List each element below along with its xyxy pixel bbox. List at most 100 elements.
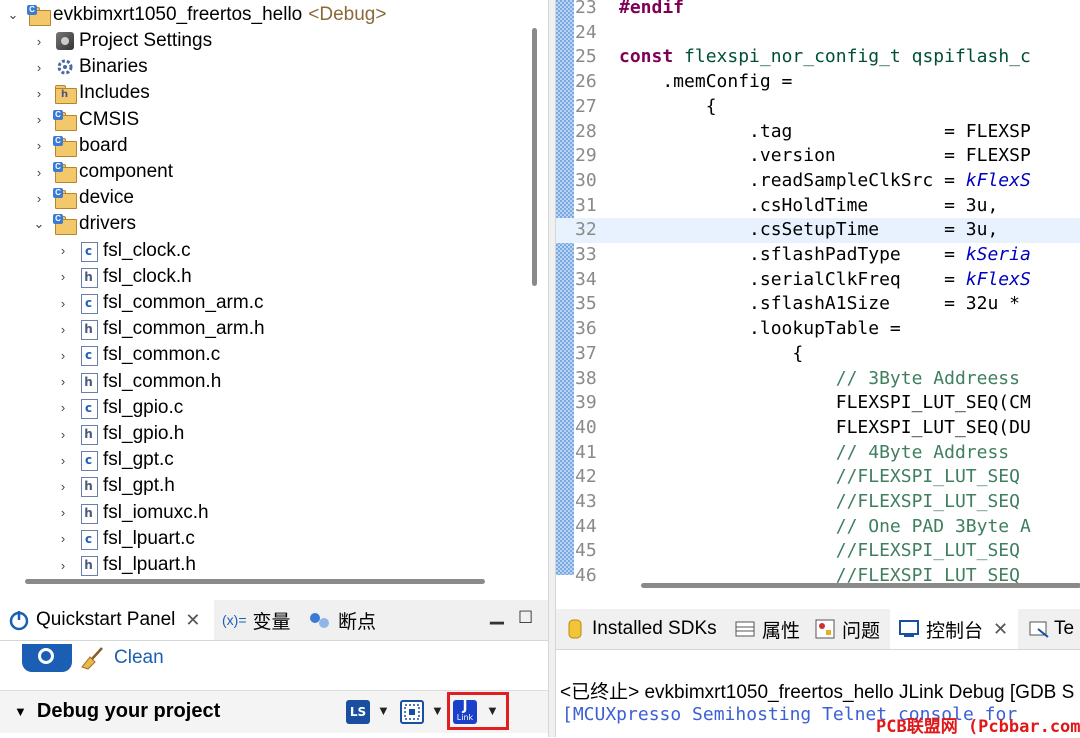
code-line[interactable]: 45 //FLEXSPI_LUT_SEQ — [556, 539, 1080, 564]
chevron-right-icon[interactable]: › — [54, 373, 72, 391]
code-line[interactable]: 28 .tag = FLEXSP — [556, 120, 1080, 145]
folder-icon: C — [53, 188, 77, 210]
chevron-down-icon[interactable]: ⌄ — [30, 215, 48, 233]
collapse-triangle-icon[interactable]: ▼ — [14, 704, 27, 719]
tab-breakpoints[interactable]: 断点 — [308, 600, 376, 640]
tree-item-project-settings[interactable]: › Project Settings — [30, 28, 212, 54]
code-line[interactable]: 37 { — [556, 342, 1080, 367]
code-editor[interactable]: 23 #endif 24 25 const flexspi_nor_config_t q… — [556, 0, 1080, 592]
code-line[interactable]: 32 .csSetupTime = 3u, — [556, 218, 1080, 243]
chevron-right-icon[interactable]: › — [30, 189, 48, 207]
code-line[interactable]: 29 .version = FLEXSP — [556, 144, 1080, 169]
tree-item-includes[interactable]: › h Includes — [30, 80, 150, 106]
chevron-right-icon[interactable]: › — [30, 58, 48, 76]
chevron-down-icon[interactable]: ▼ — [377, 703, 390, 718]
tree-file-item[interactable]: › h fsl_gpt.h — [54, 473, 175, 499]
tree-item-component[interactable]: › Ccomponent — [30, 159, 173, 185]
chevron-down-icon[interactable]: ▼ — [431, 703, 444, 718]
chevron-right-icon[interactable]: › — [54, 399, 72, 417]
line-number: 23 — [575, 0, 597, 18]
tree-file-item[interactable]: › c fsl_common.c — [54, 342, 220, 368]
tab-quickstart-panel[interactable]: Quickstart Panel ✕ — [0, 600, 214, 640]
code-text: .tag = FLEXSP — [619, 120, 1031, 142]
code-line[interactable]: 33 .sflashPadType = kSeria — [556, 243, 1080, 268]
tree-file-item[interactable]: › c fsl_common_arm.c — [54, 290, 264, 316]
maximize-icon[interactable]: ☐ — [518, 608, 533, 628]
chevron-down-icon[interactable]: ▼ — [486, 703, 499, 718]
code-line[interactable]: 39 FLEXSPI_LUT_SEQ(CM — [556, 391, 1080, 416]
code-line[interactable]: 30 .readSampleClkSrc = kFlexS — [556, 169, 1080, 194]
close-icon[interactable]: ✕ — [993, 619, 1008, 640]
chevron-right-icon[interactable]: › — [54, 320, 72, 338]
chevron-right-icon[interactable]: › — [54, 451, 72, 469]
chevron-right-icon[interactable]: › — [30, 111, 48, 129]
tree-item-binaries[interactable]: › Binaries — [30, 54, 148, 80]
code-text: .lookupTable = — [619, 318, 901, 340]
explorer-vertical-scrollbar[interactable] — [532, 28, 537, 286]
chevron-right-icon[interactable]: › — [30, 84, 48, 102]
code-line[interactable]: 25 const flexspi_nor_config_t qspiflash_c — [556, 45, 1080, 70]
clean-link[interactable]: Clean — [114, 647, 164, 669]
code-line[interactable]: 24 — [556, 21, 1080, 46]
code-line[interactable]: 31 .csHoldTime = 3u, — [556, 194, 1080, 219]
chevron-right-icon[interactable]: › — [54, 425, 72, 443]
tree-file-item[interactable]: › h fsl_gpio.h — [54, 421, 184, 447]
tree-item-drivers[interactable]: ⌄ Cdrivers — [30, 211, 136, 237]
chevron-down-icon[interactable]: ⌄ — [4, 6, 22, 24]
clean-action[interactable]: Clean — [22, 640, 164, 676]
code-line[interactable]: 26 .memConfig = — [556, 70, 1080, 95]
chevron-right-icon[interactable]: › — [54, 477, 72, 495]
tree-item-board[interactable]: › Cboard — [30, 133, 128, 159]
tree-file-item[interactable]: › c fsl_lpuart.c — [54, 526, 195, 552]
tab-variables[interactable]: (x)= 变量 — [222, 600, 291, 640]
jlink-debug-icon[interactable]: J Link — [453, 700, 477, 724]
tree-file-item[interactable]: › c fsl_gpt.c — [54, 447, 174, 473]
chevron-right-icon[interactable]: › — [30, 32, 48, 50]
close-icon[interactable]: ✕ — [185, 610, 200, 631]
tree-file-item[interactable]: › h fsl_common.h — [54, 369, 221, 395]
tree-file-item[interactable]: › c fsl_clock.c — [54, 238, 191, 264]
chevron-right-icon[interactable]: › — [30, 163, 48, 181]
code-line[interactable]: 42 //FLEXSPI_LUT_SEQ — [556, 465, 1080, 490]
chevron-right-icon[interactable]: › — [54, 242, 72, 260]
tab-terminal[interactable]: Te — [1028, 609, 1074, 649]
tab-properties[interactable]: 属性 — [734, 609, 800, 649]
tree-file-item[interactable]: › h fsl_clock.h — [54, 264, 192, 290]
code-line[interactable]: 38 // 3Byte Addreess — [556, 367, 1080, 392]
tree-item-device[interactable]: › Cdevice — [30, 185, 134, 211]
linkserver-debug-icon[interactable]: LS — [346, 700, 370, 724]
panel-splitter[interactable] — [548, 0, 556, 737]
chevron-right-icon[interactable]: › — [54, 294, 72, 312]
tree-root-project[interactable]: ⌄ C evkbimxrt1050_freertos_hello <Debug> — [4, 2, 386, 28]
debug-section-title[interactable]: ▼ Debug your project — [14, 700, 220, 723]
chevron-right-icon[interactable]: › — [30, 137, 48, 155]
minimize-icon[interactable]: ▁ — [490, 604, 504, 625]
tree-file-item[interactable]: › h fsl_common_arm.h — [54, 316, 265, 342]
pemicro-debug-icon[interactable] — [400, 700, 424, 724]
code-line[interactable]: 36 .lookupTable = — [556, 317, 1080, 342]
line-number: 37 — [575, 342, 597, 364]
tab-installed-sdks[interactable]: Installed SDKs — [566, 609, 717, 649]
tree-file-item[interactable]: › c fsl_gpio.c — [54, 395, 183, 421]
file-name: fsl_clock.h — [103, 265, 192, 287]
code-line[interactable]: 27 { — [556, 95, 1080, 120]
code-line[interactable]: 43 //FLEXSPI_LUT_SEQ — [556, 490, 1080, 515]
code-line[interactable]: 34 .serialClkFreq = kFlexS — [556, 268, 1080, 293]
explorer-horizontal-scrollbar[interactable] — [25, 579, 485, 584]
tree-item-cmsis[interactable]: › C CMSIS — [30, 107, 139, 133]
tab-console[interactable]: 控制台 ✕ — [890, 609, 1018, 649]
chevron-right-icon[interactable]: › — [54, 268, 72, 286]
code-line[interactable]: 44 // One PAD 3Byte A — [556, 515, 1080, 540]
chevron-right-icon[interactable]: › — [54, 346, 72, 364]
code-line[interactable]: 41 // 4Byte Address — [556, 441, 1080, 466]
code-line[interactable]: 35 .sflashA1Size = 32u * — [556, 292, 1080, 317]
tree-file-item[interactable]: › h fsl_iomuxc.h — [54, 500, 209, 526]
chevron-right-icon[interactable]: › — [54, 556, 72, 574]
chevron-right-icon[interactable]: › — [54, 530, 72, 548]
tab-problems[interactable]: 问题 — [814, 609, 880, 649]
code-line[interactable]: 23 #endif — [556, 0, 1080, 21]
code-line[interactable]: 40 FLEXSPI_LUT_SEQ(DU — [556, 416, 1080, 441]
chevron-right-icon[interactable]: › — [54, 504, 72, 522]
editor-horizontal-scrollbar[interactable] — [641, 583, 1080, 588]
tree-file-item[interactable]: › h fsl_lpuart.h — [54, 552, 196, 578]
